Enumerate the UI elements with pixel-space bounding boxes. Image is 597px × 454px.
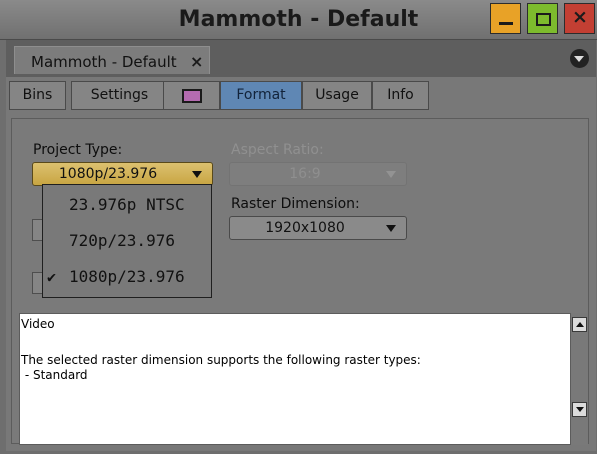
- tab-close-icon[interactable]: ×: [190, 52, 203, 71]
- tab-settings[interactable]: Settings: [71, 81, 168, 110]
- scroll-up-icon[interactable]: [572, 317, 587, 332]
- scroll-down-icon[interactable]: [572, 402, 587, 417]
- description-text-area[interactable]: Video The selected raster dimension supp…: [19, 313, 571, 445]
- menu-item-1080p[interactable]: ✔ 1080p/23.976: [43, 261, 211, 294]
- description-title: Video: [21, 317, 55, 331]
- description-body: The selected raster dimension supports t…: [21, 353, 421, 382]
- menu-item-720p[interactable]: 720p/23.976: [43, 225, 211, 258]
- project-type-menu: 23.976p NTSC 720p/23.976 ✔ 1080p/23.976: [42, 184, 212, 298]
- close-icon: ×: [572, 6, 588, 28]
- menu-item-label: 1080p/23.976: [69, 267, 185, 286]
- chevron-down-icon: [386, 225, 396, 232]
- minimize-button[interactable]: [490, 3, 521, 34]
- project-type-value: 1080p/23.976: [58, 166, 158, 182]
- project-type-label: Project Type:: [33, 142, 123, 158]
- bin-color-icon: [181, 89, 202, 103]
- tab-info[interactable]: Info: [372, 81, 429, 110]
- title-bar: Mammoth - Default ×: [0, 0, 597, 40]
- menu-item-23976p-ntsc[interactable]: 23.976p NTSC: [43, 189, 211, 222]
- aspect-ratio-label: Aspect Ratio:: [231, 142, 324, 158]
- chevron-down-icon: [386, 171, 396, 178]
- aspect-ratio-dropdown: 16:9: [229, 162, 407, 186]
- checkmark-icon: ✔: [47, 268, 57, 286]
- tab-label: Mammoth - Default: [31, 53, 177, 71]
- tab-bin-color[interactable]: [163, 81, 220, 110]
- vertical-scrollbar[interactable]: [571, 313, 588, 445]
- menu-item-label: 23.976p NTSC: [69, 195, 185, 214]
- panel-menu-icon[interactable]: [570, 49, 589, 68]
- chevron-down-icon: [192, 171, 202, 178]
- close-window-button[interactable]: ×: [564, 3, 595, 34]
- raster-dimension-value: 1920x1080: [265, 220, 345, 236]
- aspect-ratio-value: 16:9: [289, 166, 321, 182]
- minimize-icon: [499, 22, 513, 25]
- project-type-dropdown[interactable]: 1080p/23.976: [32, 162, 213, 186]
- tab-format[interactable]: Format: [220, 81, 302, 110]
- maximize-button[interactable]: [527, 3, 558, 34]
- tab-bar: Mammoth - Default ×: [6, 40, 596, 77]
- tab-bins[interactable]: Bins: [9, 81, 66, 110]
- raster-dimension-dropdown[interactable]: 1920x1080: [229, 216, 407, 240]
- tab-usage[interactable]: Usage: [302, 81, 372, 110]
- menu-item-label: 720p/23.976: [69, 231, 175, 250]
- raster-dimension-label: Raster Dimension:: [231, 196, 360, 212]
- tab-project[interactable]: Mammoth - Default ×: [14, 46, 210, 74]
- maximize-icon: [536, 13, 551, 26]
